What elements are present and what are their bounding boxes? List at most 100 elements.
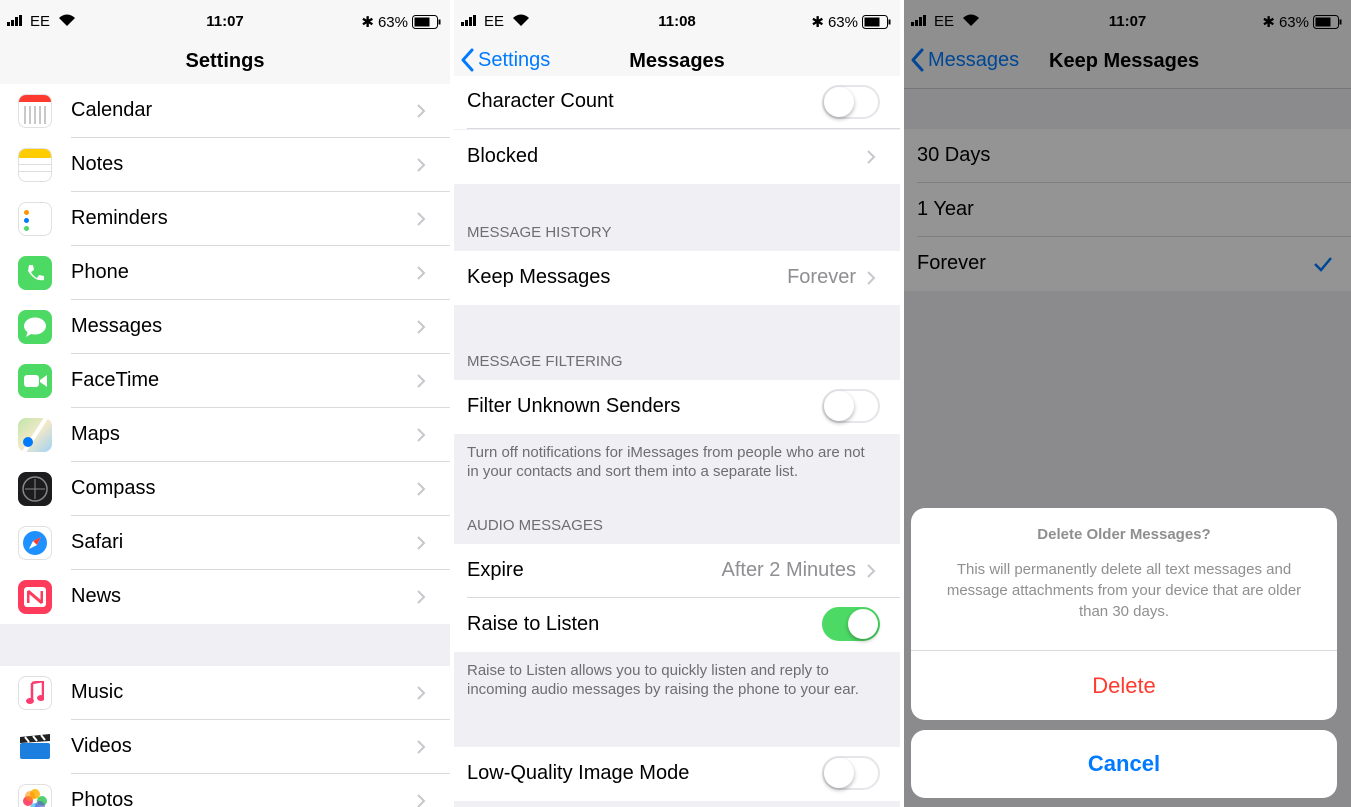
phone-icon [18,256,52,290]
battery-percent: 63% [827,13,858,31]
settings-item-news[interactable]: News [0,570,450,624]
action-sheet: Delete Older Messages? This will permane… [911,508,1337,720]
keep-messages-label: Keep Messages [467,266,611,288]
settings-item-label: Reminders [71,207,168,229]
low-quality-row: Low-Quality Image Mode [454,747,900,801]
chevron-right-icon [417,266,426,280]
chevron-right-icon [417,374,426,388]
filter-unknown-label: Filter Unknown Senders [467,395,681,417]
chevron-right-icon [417,740,426,754]
chevron-right-icon [417,794,426,807]
settings-item-label: News [71,585,122,607]
low-quality-toggle[interactable] [822,756,880,790]
filter-unknown-row: Filter Unknown Senders [454,380,900,434]
chevron-right-icon [867,564,876,578]
character-count-toggle[interactable] [822,85,880,119]
chevron-right-icon [417,212,426,226]
chevron-right-icon [417,686,426,700]
settings-item-label: Videos [71,735,132,757]
filter-footnote: Turn off notifications for iMessages fro… [467,444,865,480]
page-title: Settings [185,50,265,72]
bluetooth-icon: ✱ [361,14,374,31]
settings-item-safari[interactable]: Safari [0,516,450,570]
toggle-knob [824,391,854,421]
battery-percent: 63% [377,13,408,31]
keep-messages-screen: EE 11:07 ✱ 63% Messages Keep Messages 30… [904,0,1351,807]
keep-messages-row[interactable]: Keep Messages Forever [454,251,900,305]
status-bar: EE 11:08 ✱ 63% [454,0,900,44]
expire-row[interactable]: Expire After 2 Minutes [454,544,900,598]
compass-icon [18,472,52,506]
music-icon [18,676,52,710]
page-title: Messages [629,50,725,72]
status-bar: EE 11:07 ✱ 63% [0,0,450,44]
row-separator [467,128,900,129]
settings-item-messages[interactable]: Messages [0,300,450,354]
message-history-header: MESSAGE HISTORY [467,224,612,241]
settings-item-calendar[interactable]: Calendar [0,84,450,138]
keep-messages-value: Forever [787,266,856,288]
notes-icon [18,148,52,182]
news-icon [18,580,52,614]
character-count-label: Character Count [467,90,614,112]
settings-item-phone[interactable]: Phone [0,246,450,300]
messages-icon [18,310,52,344]
maps-icon [18,418,52,452]
toggle-knob [824,87,854,117]
low-quality-label: Low-Quality Image Mode [467,762,690,784]
settings-item-music[interactable]: Music [0,666,450,720]
chevron-right-icon [417,320,426,334]
toggle-knob [848,609,878,639]
settings-item-label: Photos [71,789,134,807]
battery-indicator: ✱ 63% [811,13,892,31]
raise-to-listen-label: Raise to Listen [467,613,600,635]
audio-messages-header: AUDIO MESSAGES [467,517,603,534]
settings-item-maps[interactable]: Maps [0,408,450,462]
blocked-row[interactable]: Blocked [454,130,900,184]
settings-item-notes[interactable]: Notes [0,138,450,192]
delete-button[interactable]: Delete [911,650,1337,720]
messages-settings-screen: EE 11:08 ✱ 63% Settings Messages Charact… [454,0,900,807]
settings-item-compass[interactable]: Compass [0,462,450,516]
raise-footnote: Raise to Listen allows you to quickly li… [467,662,859,698]
filter-unknown-toggle[interactable] [822,389,880,423]
raise-to-listen-row: Raise to Listen [454,598,900,652]
expire-label: Expire [467,559,524,581]
chevron-right-icon [417,590,426,604]
settings-item-label: FaceTime [71,369,160,391]
facetime-icon [18,364,52,398]
settings-item-label: Calendar [71,99,153,121]
videos-icon [18,730,52,764]
chevron-right-icon [417,536,426,550]
settings-item-reminders[interactable]: Reminders [0,192,450,246]
bluetooth-icon: ✱ [811,14,824,31]
alert-title: Delete Older Messages? [1037,526,1211,543]
calendar-icon [18,94,52,128]
message-filtering-header: MESSAGE FILTERING [467,353,623,370]
safari-icon [18,526,52,560]
settings-screen: EE 11:07 ✱ 63% Settings Calendar Notes Rem… [0,0,450,807]
navigation-bar: Settings [0,44,450,89]
settings-item-facetime[interactable]: FaceTime [0,354,450,408]
chevron-right-icon [417,104,426,118]
chevron-right-icon [417,482,426,496]
settings-item-label: Phone [71,261,129,283]
chevron-right-icon [417,158,426,172]
alert-message: This will permanently delete all text me… [946,561,1302,620]
battery-indicator: ✱ 63% [361,13,442,31]
chevron-right-icon [867,150,876,164]
settings-item-photos[interactable]: Photos [0,774,450,807]
settings-item-label: Maps [71,423,120,445]
cancel-button[interactable]: Cancel [911,730,1337,798]
toggle-knob [824,758,854,788]
settings-item-label: Safari [71,531,124,553]
chevron-right-icon [867,271,876,285]
battery-icon [862,15,891,29]
raise-to-listen-toggle[interactable] [822,607,880,641]
settings-item-videos[interactable]: Videos [0,720,450,774]
settings-item-label: Music [71,681,124,703]
character-count-row: Character Count [454,76,900,129]
settings-item-label: Messages [71,315,163,337]
settings-item-label: Notes [71,153,124,175]
settings-item-label: Compass [71,477,156,499]
